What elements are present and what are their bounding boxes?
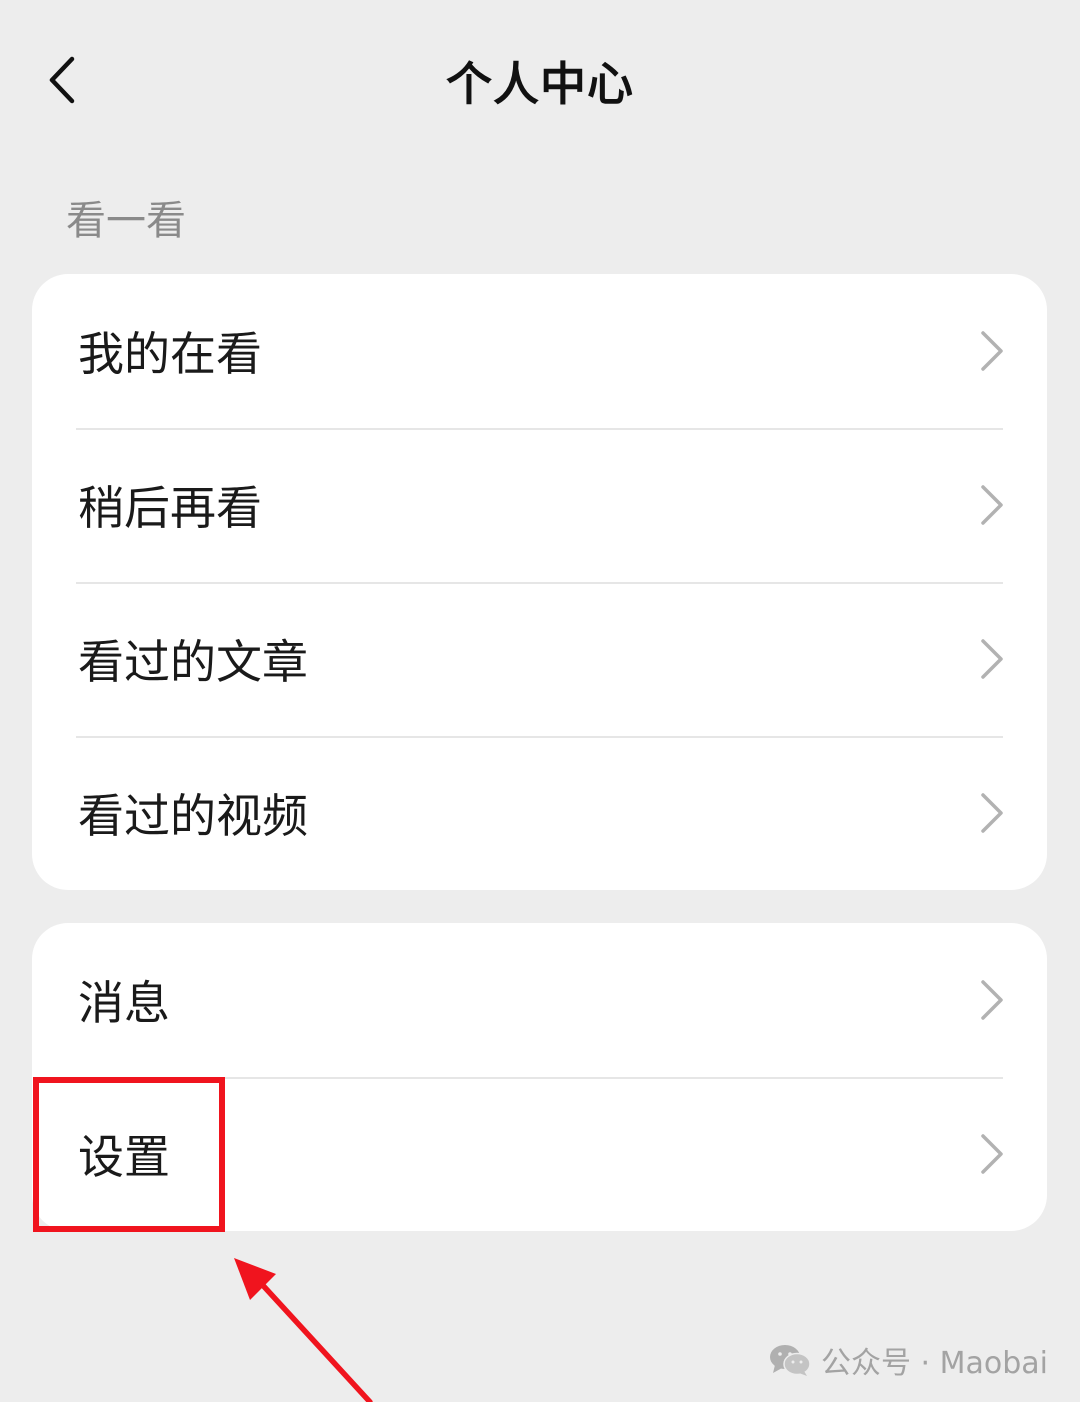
watch-menu-card: 我的在看 稍后再看 看过的文章 看过的视频 <box>32 274 1047 890</box>
menu-item-label: 稍后再看 <box>78 481 262 535</box>
menu-item-my-likes[interactable]: 我的在看 <box>32 274 1047 428</box>
watermark-text: 公众号 · Maobai <box>821 1346 1048 1381</box>
menu-item-label: 设置 <box>78 1130 170 1184</box>
chevron-right-icon <box>981 793 1003 833</box>
personal-center-screen: 个人中心 看一看 我的在看 稍后再看 看过的文章 看过的视频 消息 设置 公众号… <box>0 0 1080 1402</box>
chevron-right-icon <box>981 639 1003 679</box>
annotation-arrow-icon <box>234 1258 373 1402</box>
chevron-right-icon <box>981 980 1003 1020</box>
section-label: 看一看 <box>66 198 186 244</box>
menu-item-watch-later[interactable]: 稍后再看 <box>32 428 1047 582</box>
menu-item-messages[interactable]: 消息 <box>32 923 1047 1077</box>
watermark: 公众号 · Maobai <box>769 1338 1048 1382</box>
page-title: 个人中心 <box>446 57 634 111</box>
settings-menu-card: 消息 设置 <box>32 923 1047 1231</box>
chevron-right-icon <box>981 1134 1003 1174</box>
menu-item-label: 看过的文章 <box>78 635 308 689</box>
menu-item-label: 看过的视频 <box>78 789 308 843</box>
chevron-right-icon <box>981 331 1003 371</box>
wechat-icon <box>770 1345 811 1376</box>
chevron-right-icon <box>981 485 1003 525</box>
menu-item-viewed-videos[interactable]: 看过的视频 <box>32 736 1047 890</box>
menu-item-viewed-articles[interactable]: 看过的文章 <box>32 582 1047 736</box>
menu-item-settings[interactable]: 设置 <box>32 1077 1047 1231</box>
menu-item-label: 我的在看 <box>78 327 262 381</box>
menu-item-label: 消息 <box>78 976 170 1030</box>
